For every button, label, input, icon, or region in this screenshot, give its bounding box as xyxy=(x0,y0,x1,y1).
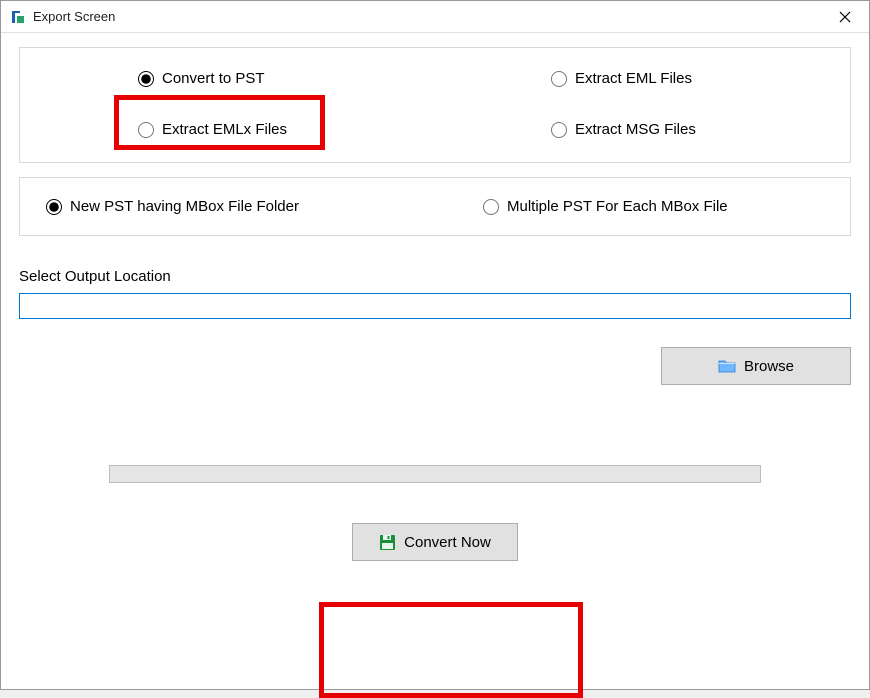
radio-new-pst-label: New PST having MBox File Folder xyxy=(70,198,299,215)
progress-area xyxy=(19,465,851,483)
convert-now-label: Convert Now xyxy=(404,534,491,551)
floppy-disk-icon xyxy=(379,534,396,551)
close-button[interactable] xyxy=(825,3,865,31)
radio-new-pst-input[interactable] xyxy=(46,199,62,215)
radio-extract-eml[interactable]: Extract EML Files xyxy=(545,66,830,91)
browse-button-label: Browse xyxy=(744,358,794,375)
output-location-input[interactable] xyxy=(19,293,851,319)
radio-convert-pst-label: Convert to PST xyxy=(162,70,265,87)
close-icon xyxy=(839,11,851,23)
radio-extract-eml-label: Extract EML Files xyxy=(575,70,692,87)
radio-multiple-pst[interactable]: Multiple PST For Each MBox File xyxy=(477,194,830,219)
radio-multiple-pst-input[interactable] xyxy=(483,199,499,215)
client-area: Convert to PST Extract EML Files Extract… xyxy=(1,33,869,689)
radio-convert-pst[interactable]: Convert to PST xyxy=(132,66,435,91)
app-icon xyxy=(9,8,27,26)
radio-convert-pst-input[interactable] xyxy=(138,71,154,87)
radio-extract-msg[interactable]: Extract MSG Files xyxy=(545,117,830,142)
annotation-highlight-convert-now xyxy=(319,602,583,698)
export-window: Export Screen Convert to PST Extract EML… xyxy=(0,0,870,690)
action-row: Convert Now xyxy=(19,509,851,575)
radio-multiple-pst-label: Multiple PST For Each MBox File xyxy=(507,198,728,215)
format-group: Convert to PST Extract EML Files Extract… xyxy=(19,47,851,163)
progress-bar xyxy=(109,465,761,483)
titlebar: Export Screen xyxy=(1,1,869,33)
radio-extract-eml-input[interactable] xyxy=(551,71,567,87)
radio-extract-msg-input[interactable] xyxy=(551,122,567,138)
pst-option-group: New PST having MBox File Folder Multiple… xyxy=(19,177,851,236)
radio-extract-msg-label: Extract MSG Files xyxy=(575,121,696,138)
folder-icon xyxy=(718,359,736,373)
window-title: Export Screen xyxy=(33,9,825,24)
output-location-label: Select Output Location xyxy=(19,268,851,285)
radio-extract-emlx-label: Extract EMLx Files xyxy=(162,121,287,138)
browse-button[interactable]: Browse xyxy=(661,347,851,385)
radio-new-pst[interactable]: New PST having MBox File Folder xyxy=(40,194,435,219)
convert-now-button[interactable]: Convert Now xyxy=(352,523,518,561)
radio-extract-emlx[interactable]: Extract EMLx Files xyxy=(132,117,435,142)
radio-extract-emlx-input[interactable] xyxy=(138,122,154,138)
